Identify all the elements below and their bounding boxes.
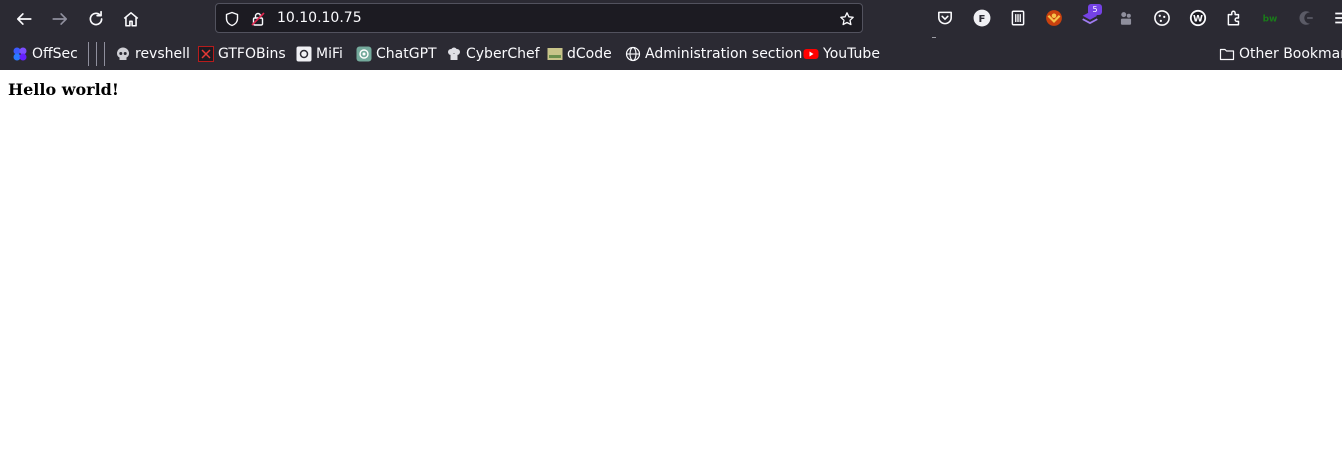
- chatgpt-icon: [356, 46, 372, 62]
- bookmarks-toolbar: OffSec revshell GTFOBins MiFi ChatGPT Cy…: [0, 38, 1342, 70]
- reload-icon: [89, 10, 103, 26]
- bookmark-label: CyberChef: [466, 46, 540, 62]
- bookmark-label: Administration section: [645, 46, 803, 62]
- bookmark-star-icon[interactable]: [838, 10, 856, 28]
- youtube-icon: [803, 46, 819, 62]
- offsec-icon: [12, 46, 28, 62]
- fakefiller-icon[interactable]: F: [972, 8, 992, 28]
- folder-icon: [1219, 46, 1235, 62]
- back-arrow-icon: [16, 13, 32, 25]
- svg-text:bw: bw: [1263, 15, 1278, 25]
- page-heading: Hello world!: [8, 80, 119, 99]
- bookmark-chatgpt[interactable]: ChatGPT: [356, 44, 437, 64]
- page-content: Hello world!: [0, 70, 1342, 453]
- bookmark-label: YouTube: [823, 46, 880, 62]
- svg-text:W: W: [1193, 14, 1203, 24]
- bookmark-label: MiFi: [316, 46, 343, 62]
- navigation-toolbar: 10.10.10.75 F 5 W bw: [0, 0, 1342, 38]
- url-text[interactable]: 10.10.10.75: [277, 10, 362, 26]
- dark-reader-icon[interactable]: [1296, 8, 1316, 28]
- home-icon: [123, 12, 139, 27]
- bookmark-youtube[interactable]: YouTube: [803, 44, 880, 64]
- foxyproxy-icon[interactable]: [1044, 8, 1064, 28]
- tracking-protection-shield-icon[interactable]: [223, 10, 241, 28]
- pocket-icon[interactable]: [935, 8, 955, 28]
- reload-button[interactable]: [83, 6, 109, 32]
- home-button[interactable]: [118, 6, 144, 32]
- wappalyzer-badge: 5: [1088, 4, 1102, 15]
- puzzle-extension-icon[interactable]: [1116, 8, 1136, 28]
- trash-icon[interactable]: [1008, 8, 1028, 28]
- globe-icon: [625, 46, 641, 62]
- bookmark-dcode[interactable]: dCode: [547, 44, 612, 64]
- skull-icon: [115, 46, 131, 62]
- mifi-icon: [296, 46, 312, 62]
- forward-arrow-icon: [52, 13, 68, 25]
- bookmark-label: dCode: [567, 46, 612, 62]
- builtwith-icon[interactable]: bw: [1260, 8, 1280, 28]
- extensions-icon[interactable]: [1224, 8, 1244, 28]
- other-bookmarks-folder[interactable]: Other Bookmarks: [1219, 44, 1342, 64]
- bookmark-label: OffSec: [32, 46, 78, 62]
- insecure-lock-icon[interactable]: [249, 10, 267, 28]
- cookie-icon[interactable]: [1152, 8, 1172, 28]
- browser-chrome: 10.10.10.75 F 5 W bw OffSec revshell GTF…: [0, 0, 1342, 70]
- address-bar[interactable]: 10.10.10.75: [215, 3, 863, 33]
- bookmark-administration-section[interactable]: Administration section: [625, 44, 802, 64]
- svg-text:F: F: [979, 14, 986, 25]
- bookmark-cyberchef[interactable]: CyberChef: [446, 44, 540, 64]
- gtfobins-icon: [198, 46, 214, 62]
- bookmark-label: revshell: [135, 46, 190, 62]
- wordpress-icon[interactable]: W: [1188, 8, 1208, 28]
- bookmark-mifi[interactable]: MiFi: [296, 44, 343, 64]
- forward-button[interactable]: [47, 6, 73, 32]
- bookmark-label: ChatGPT: [376, 46, 437, 62]
- bookmark-offsec[interactable]: OffSec: [12, 44, 78, 64]
- bookmark-separator: [96, 42, 97, 66]
- bookmark-revshell[interactable]: revshell: [115, 44, 190, 64]
- dcode-icon: [547, 46, 563, 62]
- back-button[interactable]: [11, 6, 37, 32]
- bookmark-gtfobins[interactable]: GTFOBins: [198, 44, 286, 64]
- bookmark-separator: [88, 42, 89, 66]
- bookmark-label: GTFOBins: [218, 46, 286, 62]
- bookmark-separator: [104, 42, 105, 66]
- bookmark-label: Other Bookmarks: [1239, 46, 1342, 62]
- menu-icon[interactable]: [1332, 8, 1342, 28]
- chef-hat-icon: [446, 46, 462, 62]
